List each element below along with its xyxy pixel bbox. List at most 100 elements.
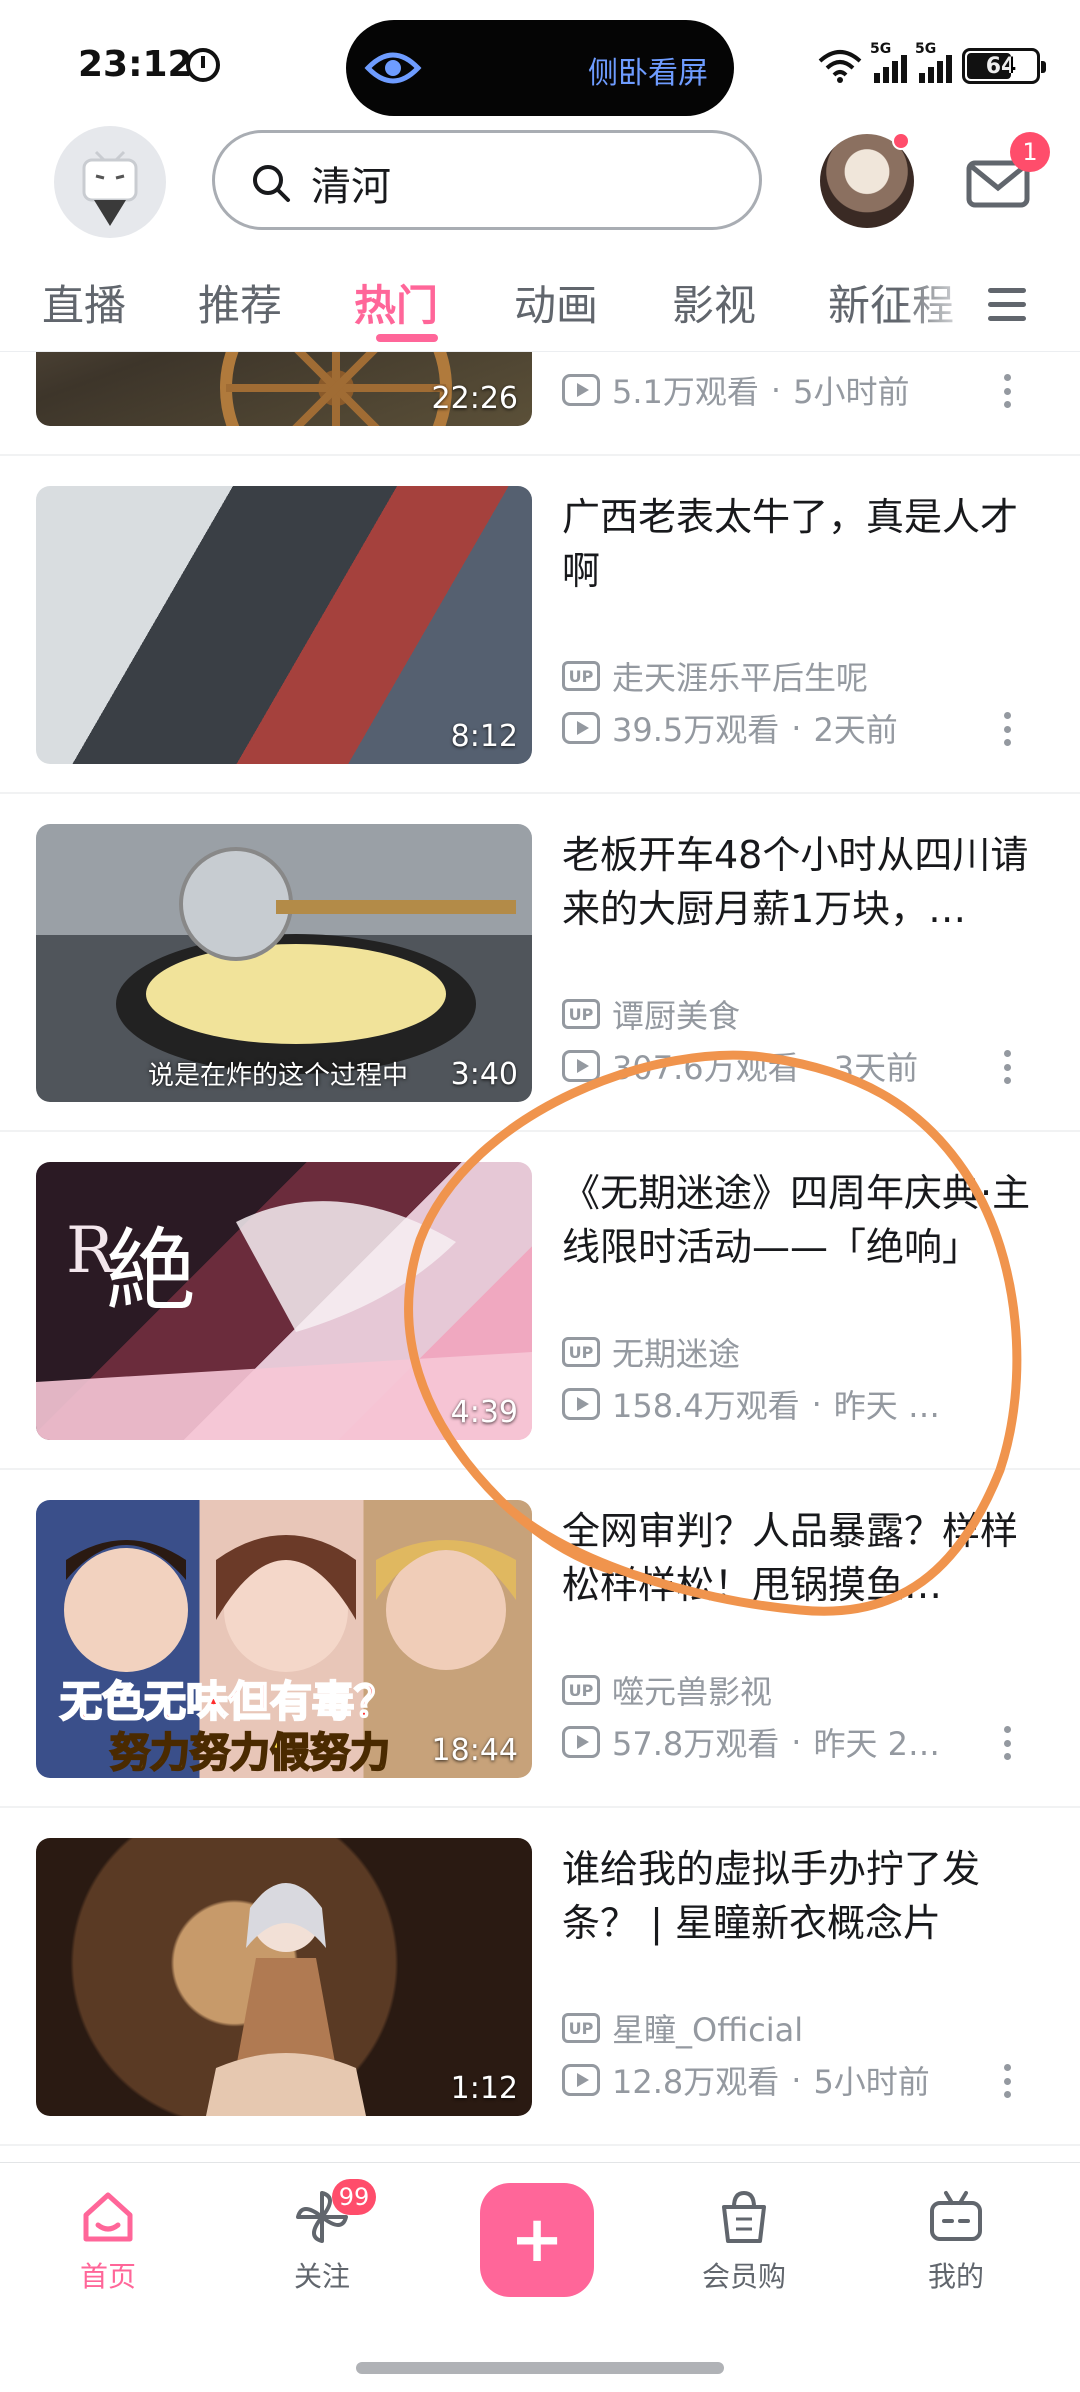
video-thumbnail[interactable]: 8:12	[36, 486, 532, 764]
shopping-bag-icon	[722, 2190, 766, 2243]
home-icon	[83, 2192, 133, 2242]
follow-badge: 99	[332, 2179, 376, 2215]
view-count: 12.8万观看	[612, 2063, 780, 2100]
video-title[interactable]: 谁给我的虚拟手办拧了发条？ | 星瞳新衣概念片	[562, 1842, 1032, 1950]
uploader-row[interactable]: UP 谭厨美食	[562, 994, 740, 1035]
svg-text:絶: 絶	[106, 1219, 196, 1324]
video-card[interactable]: 1:12 谁给我的虚拟手办拧了发条？ | 星瞳新衣概念片 UP 星瞳_Offic…	[0, 1808, 1080, 2146]
video-thumbnail[interactable]: 22:26	[36, 352, 532, 426]
video-card[interactable]: 无色无味但有毒？ 努力努力假努力 18:44 全网审判？人品暴露？样样松样样松！…	[0, 1470, 1080, 1808]
dynamic-island[interactable]: 侧卧看屏	[346, 20, 734, 116]
wifi-icon	[818, 50, 862, 83]
uploader-name: 普磊	[612, 352, 676, 359]
publish-time: 昨天 …	[833, 1387, 940, 1424]
home-indicator[interactable]	[356, 2362, 724, 2374]
nav-follow[interactable]: 关注 99	[252, 2179, 392, 2295]
view-count: 57.8万观看	[612, 1725, 780, 1762]
publish-time: 5小时前	[813, 2063, 930, 2100]
tab-hot[interactable]: 热门	[354, 272, 438, 333]
signal-1-tag: 5G	[870, 41, 892, 57]
video-title[interactable]: 《无期迷途》四周年庆典·主线限时活动——「绝响」	[562, 1166, 1032, 1274]
view-count: 5.1万观看	[612, 373, 759, 410]
tab-anime[interactable]: 动画	[514, 272, 598, 333]
tab-recommend[interactable]: 推荐	[198, 272, 282, 333]
plus-icon: +	[510, 2203, 564, 2277]
uploader-row[interactable]: UP 噬元兽影视	[562, 1670, 773, 1711]
meta-separator: ·	[791, 709, 802, 747]
nav-shop-label: 会员购	[701, 2260, 786, 2293]
tv-icon	[930, 2191, 982, 2241]
play-icon	[562, 712, 600, 744]
tab-live[interactable]: 直播	[42, 272, 126, 333]
search-input[interactable]	[311, 155, 731, 211]
tv-mascot-icon	[82, 150, 138, 226]
status-time: 23:12	[78, 44, 193, 85]
view-count: 158.4万观看	[612, 1387, 800, 1424]
uploader-name: 噬元兽影视	[612, 1673, 773, 1711]
avatar-notification-dot	[892, 132, 910, 150]
nav-follow-label: 关注	[293, 2260, 350, 2293]
video-card[interactable]: R 絶 4:39 《无期迷途》四周年庆典·主线限时活动——「绝响」 UP 无期迷…	[0, 1132, 1080, 1470]
nav-mine[interactable]: 我的	[886, 2187, 1026, 2295]
more-icon[interactable]	[1004, 374, 1012, 408]
battery-text: 64	[985, 53, 1017, 79]
nav-home[interactable]: 首页	[38, 2187, 178, 2295]
menu-icon[interactable]	[988, 288, 1026, 322]
video-thumbnail[interactable]: 说是在炸的这个过程中 3:40	[36, 824, 532, 1102]
status-bar: 23:12 侧卧看屏 5G 5G 64	[0, 0, 1080, 120]
meta-separator: ·	[791, 1723, 802, 1761]
video-thumbnail[interactable]: 1:12	[36, 1838, 532, 2116]
search-bar[interactable]	[212, 130, 762, 230]
tab-movies[interactable]: 影视	[672, 272, 756, 333]
view-stats: 307.6万观看 · 3天前	[562, 1046, 918, 1086]
battery-icon: 64	[962, 48, 1046, 84]
view-stats: 158.4万观看 · 昨天 …	[562, 1384, 940, 1424]
publish-time: 3天前	[833, 1049, 919, 1086]
view-count: 307.6万观看	[612, 1049, 800, 1086]
signal-2-icon: 5G	[915, 41, 952, 83]
alarm-icon	[186, 48, 220, 82]
more-icon[interactable]	[1004, 2064, 1012, 2098]
meta-separator: ·	[770, 371, 782, 409]
more-icon[interactable]	[1004, 712, 1012, 746]
publish-time: 5小时前	[793, 373, 910, 410]
video-title[interactable]: 老板开车48个小时从四川请来的大厨月薪1万块，…	[562, 828, 1032, 936]
up-icon: UP	[562, 999, 600, 1029]
meta-separator: ·	[791, 2061, 802, 2099]
play-icon	[562, 1388, 600, 1420]
uploader-row[interactable]: UP 普磊	[562, 352, 676, 359]
more-icon[interactable]	[1004, 1050, 1012, 1084]
eye-icon	[364, 52, 422, 84]
uploader-row[interactable]: UP 走天涯乐平后生呢	[562, 656, 869, 697]
publish-button[interactable]: +	[480, 2183, 594, 2297]
meta-separator: ·	[811, 1047, 822, 1085]
uploader-row[interactable]: UP 无期迷途	[562, 1332, 740, 1373]
video-card[interactable]: 说是在炸的这个过程中 3:40 老板开车48个小时从四川请来的大厨月薪1万块，……	[0, 794, 1080, 1132]
tab-fade	[900, 262, 980, 342]
more-icon[interactable]	[1004, 1726, 1012, 1760]
uploader-name: 走天涯乐平后生呢	[612, 659, 869, 697]
video-card[interactable]: 8:12 广西老表太牛了，真是人才啊 UP 走天涯乐平后生呢 39.5万观看 ·…	[0, 456, 1080, 794]
nav-home-label: 首页	[79, 2260, 136, 2293]
up-icon: UP	[562, 1337, 600, 1367]
channel-tabs: 直播 推荐 热门 动画 影视 新征程	[0, 262, 1080, 352]
video-title[interactable]: 全网审判？人品暴露？样样松样样松！甩锅摸鱼…	[562, 1504, 1032, 1612]
nav-shop[interactable]: 会员购	[674, 2187, 814, 2295]
uploader-row[interactable]: UP 星瞳_Official	[562, 2008, 804, 2049]
video-thumbnail[interactable]: R 絶 4:39	[36, 1162, 532, 1440]
video-thumbnail[interactable]: 无色无味但有毒？ 努力努力假努力 18:44	[36, 1500, 532, 1778]
video-duration: 3:40	[450, 1057, 518, 1092]
status-indicators: 5G 5G 64	[818, 41, 1046, 86]
view-stats: 57.8万观看 · 昨天 2…	[562, 1722, 940, 1762]
svg-text:努力努力假努力: 努力努力假努力	[110, 1730, 390, 1776]
uploader-name: 星瞳_Official	[612, 2011, 804, 2049]
bilibili-tv-logo[interactable]	[54, 126, 166, 238]
video-feed[interactable]: 22:26 UP 普磊 5.1万观看 · 5小时前 8:12 广西老表太牛了，真…	[0, 352, 1080, 2162]
video-title[interactable]: 广西老表太牛了，真是人才啊	[562, 490, 1032, 598]
view-stats: 5.1万观看 · 5小时前	[562, 370, 909, 410]
video-card[interactable]: 22:26 UP 普磊 5.1万观看 · 5小时前	[0, 352, 1080, 456]
view-stats: 12.8万观看 · 5小时前	[562, 2060, 930, 2100]
view-count: 39.5万观看	[612, 711, 780, 748]
video-duration: 1:12	[450, 2071, 518, 2106]
svg-text:无色无味但有毒？: 无色无味但有毒？	[60, 1677, 396, 1726]
